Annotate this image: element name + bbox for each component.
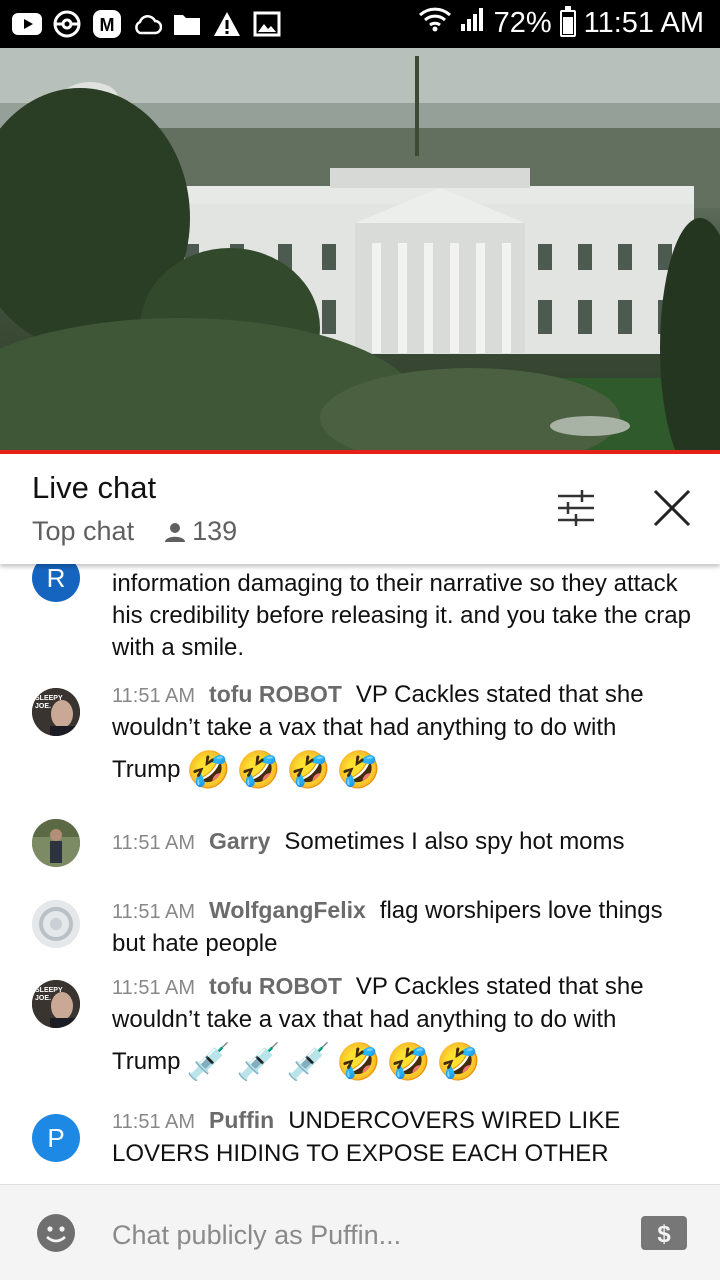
avatar-letter: P (47, 1122, 65, 1153)
avatar[interactable]: SLEEPY JOE. (32, 688, 80, 736)
timestamp: 11:51 AM (112, 685, 196, 707)
rofl-emoji: 🤣 (236, 749, 281, 790)
super-chat-icon: $ (641, 1216, 687, 1250)
filter-button[interactable] (552, 484, 600, 532)
live-chat-header: Live chat Top chat 139 (0, 454, 720, 564)
author-name[interactable]: WolfgangFelix (209, 897, 366, 923)
chat-mode-selector[interactable]: Top chat 139 (32, 516, 237, 547)
avatar[interactable]: R (32, 564, 80, 602)
image-icon (252, 9, 282, 39)
svg-text:SLEEPY: SLEEPY (35, 987, 63, 994)
message-body: 11:51 AM tofu ROBOT VP Cackles stated that… (112, 970, 692, 1084)
timestamp: 11:51 AM (112, 977, 196, 999)
syringe-emoji: 💉 (286, 1041, 331, 1082)
live-chat-title: Live chat (32, 470, 157, 505)
rofl-emoji: 🤣 (386, 1041, 431, 1082)
status-indicators: 72% 11:51 AM (418, 5, 704, 40)
m-app-icon: M (92, 9, 122, 39)
chat-input[interactable] (112, 1215, 612, 1255)
filter-icon (558, 490, 594, 526)
emoji-icon (37, 1214, 75, 1252)
chat-mode-label[interactable]: Top chat (32, 516, 134, 547)
person-icon (165, 522, 186, 542)
svg-text:M: M (100, 15, 115, 35)
message-body: 11:51 AM Puffin UNDERCOVERS WIRED LIKE LOV… (112, 1104, 692, 1170)
author-name[interactable]: tofu ROBOT (209, 681, 342, 707)
avatar-image: SLEEPY JOE. (32, 980, 80, 1028)
avatar-letter: R (46, 564, 66, 593)
message-body: 11:51 AM tofu ROBOT VP Cackles stated that… (112, 678, 692, 792)
rofl-emoji: 🤣 (286, 749, 331, 790)
author-name[interactable]: Garry (209, 828, 270, 854)
svg-text:JOE.: JOE. (35, 703, 51, 710)
svg-text:$: $ (657, 1221, 671, 1248)
chat-input-bar: $ (0, 1184, 720, 1280)
rofl-emoji: 🤣 (436, 1041, 481, 1082)
cloud-icon (132, 9, 162, 39)
video-frame (0, 48, 720, 450)
avatar[interactable] (32, 900, 80, 948)
video-player[interactable] (0, 48, 720, 450)
status-bar: M 72% 11:51 AM (0, 0, 720, 48)
close-button[interactable] (648, 484, 696, 532)
emoji-picker-button[interactable] (36, 1213, 76, 1253)
clock: 11:51 AM (583, 6, 704, 39)
avatar-image: SLEEPY JOE. (32, 688, 80, 736)
super-chat-button[interactable]: $ (640, 1215, 688, 1251)
message-text: Sometimes I also spy hot moms (284, 828, 625, 855)
message-body: 11:51 AM Garry Sometimes I also spy hot mo… (112, 825, 692, 859)
viewer-count-value: 139 (192, 516, 238, 546)
youtube-icon (12, 9, 42, 39)
warning-icon (212, 9, 242, 39)
message-tail: Trump (112, 756, 181, 783)
author-name[interactable]: tofu ROBOT (209, 973, 342, 999)
syringe-emoji: 💉 (236, 1041, 281, 1082)
timestamp: 11:51 AM (112, 901, 196, 923)
avatar[interactable]: P (32, 1114, 80, 1162)
svg-text:JOE.: JOE. (35, 995, 51, 1002)
avatar-image (32, 819, 80, 867)
message-tail: Trump (112, 1048, 181, 1075)
pokemon-icon (52, 9, 82, 39)
notification-icons: M (12, 9, 282, 39)
svg-text:SLEEPY: SLEEPY (35, 695, 63, 702)
syringe-emoji: 💉 (186, 1041, 231, 1082)
close-icon (653, 489, 691, 527)
emoji-line: Trump 🤣 🤣 🤣 🤣 (112, 748, 692, 792)
rofl-emoji: 🤣 (336, 1041, 381, 1082)
author-name[interactable]: Puffin (209, 1107, 274, 1133)
message-body: 11:51 AM WolfgangFelix flag worshipers lov… (112, 894, 692, 960)
chat-message-list[interactable]: R information damaging to their narrativ… (0, 564, 720, 1184)
message-text: information damaging to their narrative … (112, 570, 691, 661)
rofl-emoji: 🤣 (186, 749, 231, 790)
avatar-image (32, 900, 80, 948)
timestamp: 11:51 AM (112, 832, 196, 854)
folder-icon (172, 9, 202, 39)
battery-percent: 72% (493, 6, 552, 39)
timestamp: 11:51 AM (112, 1111, 196, 1133)
signal-icon (460, 6, 486, 40)
viewer-count: 139 (164, 516, 237, 547)
battery-icon (559, 5, 576, 37)
avatar[interactable]: SLEEPY JOE. (32, 980, 80, 1028)
avatar[interactable] (32, 819, 80, 867)
wifi-icon (418, 6, 452, 40)
emoji-line: Trump 💉 💉 💉 🤣 🤣 🤣 (112, 1040, 692, 1084)
rofl-emoji: 🤣 (336, 749, 381, 790)
